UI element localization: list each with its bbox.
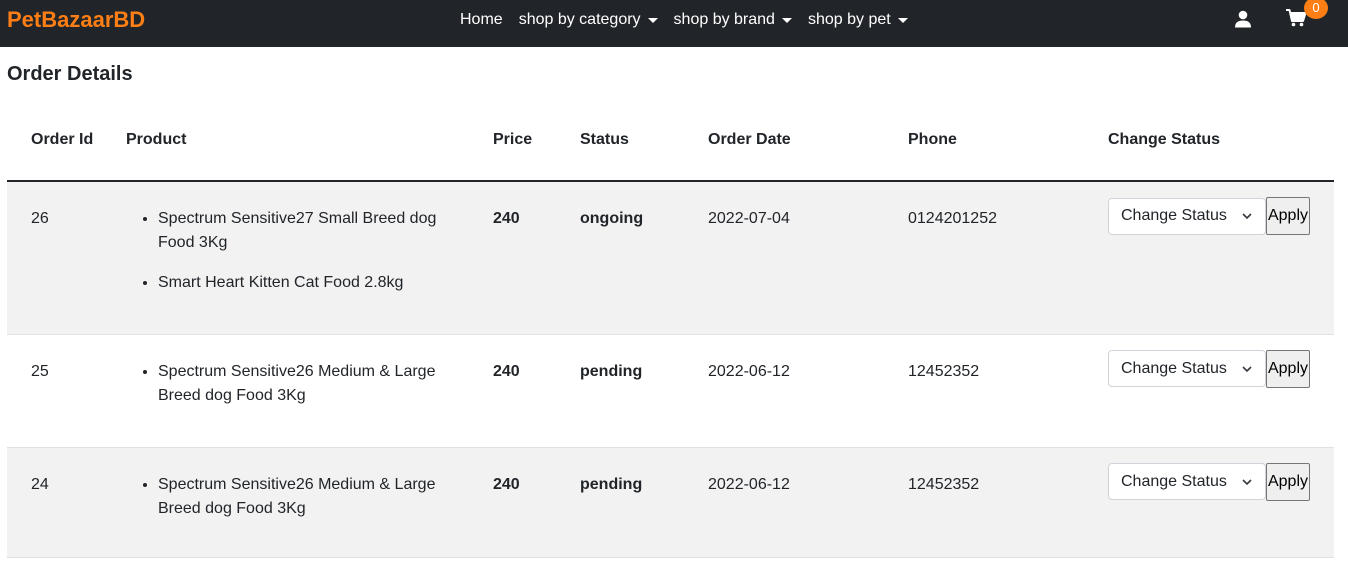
header-phone: Phone: [884, 116, 1084, 182]
product-list: Spectrum Sensitive26 Medium & Large Bree…: [126, 473, 461, 521]
nav-link-label: shop by brand: [673, 11, 775, 28]
change-status-form: Change Status Apply: [1108, 197, 1326, 235]
product-list: Spectrum Sensitive26 Medium & Large Bree…: [126, 360, 461, 408]
header-price: Price: [469, 116, 556, 182]
top-navbar: PetBazaarBD Home shop by category shop b…: [0, 0, 1348, 47]
order-phone: 0124201252: [908, 210, 997, 227]
change-status-select[interactable]: Change Status: [1108, 463, 1266, 500]
order-id: 25: [31, 362, 49, 380]
product-item: Spectrum Sensitive26 Medium & Large Bree…: [158, 360, 461, 408]
nav-link-home[interactable]: Home: [452, 11, 511, 29]
chevron-down-icon: [1242, 478, 1252, 485]
order-status: pending: [580, 362, 643, 380]
cart-count-badge: 0: [1304, 0, 1328, 19]
order-price: 240: [493, 475, 520, 493]
apply-button[interactable]: Apply: [1266, 197, 1310, 235]
page-scrollbar[interactable]: [1343, 47, 1348, 572]
nav-dropdown-shop-by-brand[interactable]: shop by brand: [666, 11, 800, 29]
change-status-cell: Change Status Apply: [1084, 447, 1334, 557]
order-date: 2022-07-04: [708, 210, 790, 227]
chevron-down-icon: [1242, 213, 1252, 220]
table-row: 25 Spectrum Sensitive26 Medium & Large B…: [7, 334, 1334, 447]
header-order-id: Order Id: [7, 116, 102, 182]
user-icon[interactable]: [1234, 10, 1252, 28]
product-cell: Spectrum Sensitive26 Medium & Large Bree…: [102, 334, 469, 447]
product-cell: Spectrum Sensitive27 Small Breed dog Foo…: [102, 181, 469, 334]
change-status-cell: Change Status Apply: [1084, 181, 1334, 334]
select-value: Change Status: [1121, 207, 1227, 224]
order-id: 26: [31, 210, 49, 227]
select-value: Change Status: [1121, 359, 1227, 377]
order-price: 240: [493, 362, 520, 380]
select-value: Change Status: [1121, 472, 1227, 490]
chevron-down-icon: [1242, 365, 1252, 372]
product-item: Spectrum Sensitive27 Small Breed dog Foo…: [158, 207, 461, 255]
apply-button[interactable]: Apply: [1266, 349, 1310, 388]
table-header-row: Order Id Product Price Status Order Date…: [7, 116, 1334, 182]
nav-link-label: shop by category: [518, 11, 641, 28]
table-row: 24 Spectrum Sensitive26 Medium & Large B…: [7, 447, 1334, 557]
product-item: Spectrum Sensitive26 Medium & Large Bree…: [158, 473, 461, 521]
nav-dropdown-shop-by-pet[interactable]: shop by pet: [800, 11, 916, 29]
change-status-form: Change Status Apply: [1108, 462, 1326, 501]
orders-table: Order Id Product Price Status Order Date…: [7, 116, 1334, 558]
order-date: 2022-06-12: [708, 475, 790, 493]
order-price: 240: [493, 210, 520, 227]
change-status-select[interactable]: Change Status: [1108, 197, 1266, 235]
order-phone: 12452352: [908, 362, 980, 380]
header-order-date: Order Date: [684, 116, 884, 182]
product-item: Smart Heart Kitten Cat Food 2.8kg: [158, 271, 461, 295]
brand-logo-link[interactable]: PetBazaarBD: [7, 6, 145, 34]
caret-down-icon: [781, 17, 792, 23]
nav-link-label: Home: [460, 11, 503, 28]
header-change-status: Change Status: [1084, 116, 1334, 182]
shopping-cart-icon[interactable]: [1286, 9, 1306, 27]
nav-dropdown-shop-by-category[interactable]: shop by category: [511, 11, 666, 29]
product-list: Spectrum Sensitive27 Small Breed dog Foo…: [126, 207, 461, 295]
change-status-cell: Change Status Apply: [1084, 334, 1334, 447]
nav-link-label: shop by pet: [807, 11, 891, 28]
header-status: Status: [556, 116, 684, 182]
apply-button[interactable]: Apply: [1266, 462, 1310, 501]
order-status: ongoing: [580, 210, 644, 227]
order-status: pending: [580, 475, 643, 493]
product-cell: Spectrum Sensitive26 Medium & Large Bree…: [102, 447, 469, 557]
order-phone: 12452352: [908, 475, 980, 493]
table-row: 26 Spectrum Sensitive27 Small Breed dog …: [7, 181, 1334, 334]
change-status-form: Change Status Apply: [1108, 349, 1326, 388]
change-status-select[interactable]: Change Status: [1108, 350, 1266, 387]
page-title: Order Details: [7, 63, 133, 85]
order-id: 24: [31, 475, 49, 493]
header-product: Product: [102, 116, 469, 182]
order-date: 2022-06-12: [708, 362, 790, 380]
nav-links: Home shop by category shop by brand shop…: [452, 0, 916, 40]
caret-down-icon: [647, 17, 658, 23]
caret-down-icon: [897, 17, 908, 23]
